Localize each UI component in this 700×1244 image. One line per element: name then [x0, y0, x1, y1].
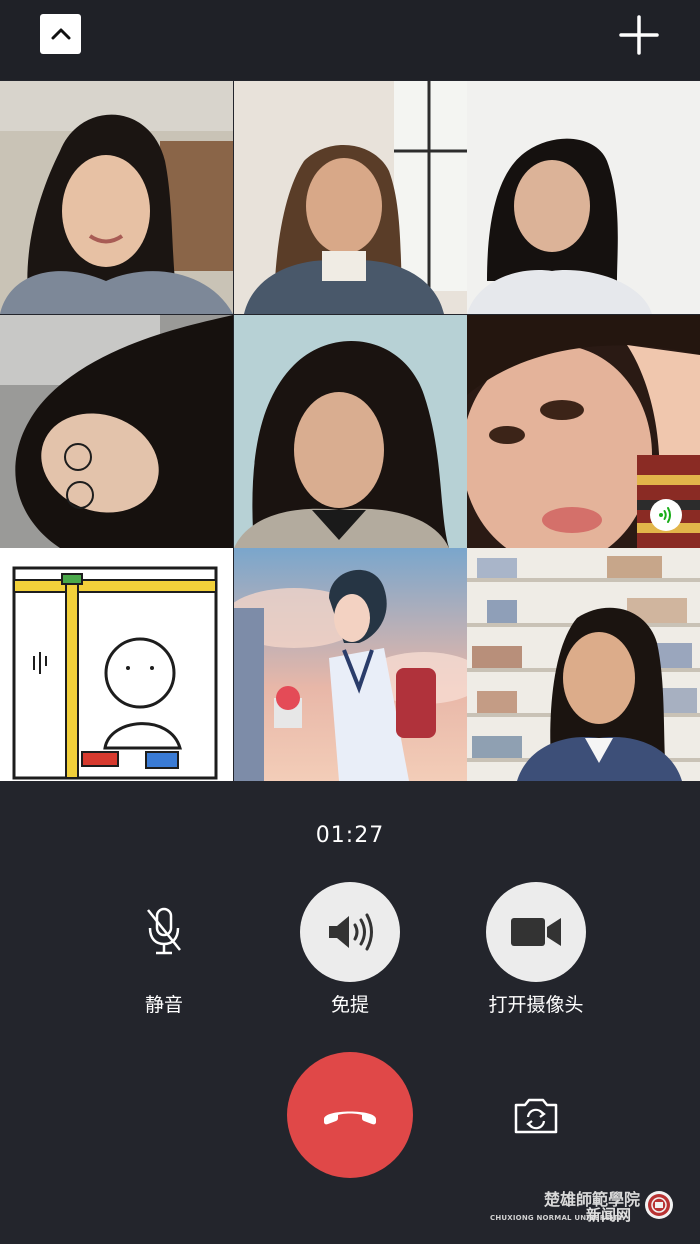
hangup-button[interactable] [287, 1052, 413, 1178]
chevron-up-icon [51, 28, 70, 40]
camera-label: 打开摄像头 [488, 994, 584, 1016]
speaking-indicator [650, 499, 682, 531]
speaker-control[interactable]: 免提 [250, 882, 450, 1017]
participant-tile-2[interactable] [234, 81, 467, 314]
participant-tile-4[interactable] [0, 315, 233, 548]
participant-avatar-7 [0, 548, 233, 781]
plus-icon [619, 15, 659, 55]
speaker-label: 免提 [330, 994, 369, 1016]
mute-button[interactable] [114, 882, 214, 982]
participant-video-5 [234, 315, 467, 548]
microphone-muted-icon [147, 907, 181, 955]
flip-camera-button[interactable] [512, 1096, 560, 1136]
watermark-section: 新闻网 [586, 1206, 632, 1224]
camera-flip-icon [514, 1098, 558, 1134]
top-bar [0, 0, 700, 80]
video-camera-icon [511, 918, 561, 946]
phone-hangup-icon [324, 1111, 376, 1125]
participant-avatar-8 [234, 548, 467, 781]
participant-tile-3[interactable] [467, 81, 700, 314]
participant-video-3 [467, 81, 700, 314]
participant-tile-1[interactable] [0, 81, 233, 314]
speaker-button[interactable] [300, 882, 400, 982]
participant-tile-6[interactable] [467, 315, 700, 548]
participant-tile-7[interactable] [0, 548, 233, 781]
collapse-button[interactable] [40, 14, 81, 54]
voice-wave-icon [659, 507, 671, 523]
participant-grid [0, 81, 700, 781]
participant-tile-9[interactable] [467, 548, 700, 781]
mute-control[interactable]: 静音 [64, 882, 264, 1017]
camera-control[interactable]: 打开摄像头 [436, 882, 636, 1017]
mute-label: 静音 [144, 994, 183, 1016]
participant-video-1 [0, 81, 233, 314]
camera-button[interactable] [486, 882, 586, 982]
participant-tile-5[interactable] [234, 315, 467, 548]
participant-video-2 [234, 81, 467, 314]
speaker-icon [329, 913, 373, 951]
watermark: 楚雄師範學院 CHUXIONG NORMAL UNIVERSITY 新闻网 [486, 1184, 686, 1230]
university-seal-icon [645, 1191, 673, 1219]
participant-tile-8[interactable] [234, 548, 467, 781]
call-timer: 01:27 [315, 823, 385, 848]
participant-video-9 [467, 548, 700, 781]
add-participant-button[interactable] [618, 14, 660, 56]
participant-video-4 [0, 315, 233, 548]
